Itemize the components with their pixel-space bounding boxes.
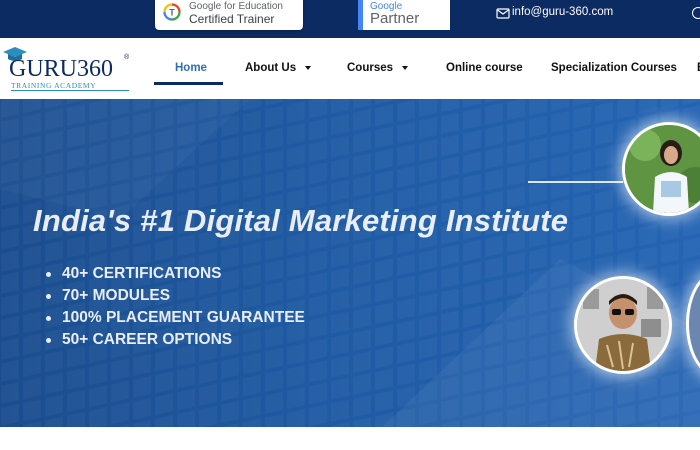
main-header: GURU360 ® TRAINING ACADEMY Home About Us… (0, 38, 700, 99)
logo-registered: ® (124, 54, 130, 61)
hero-bullet: 100% PLACEMENT GUARANTEE (46, 307, 305, 329)
bullet-dot (46, 338, 51, 343)
chevron-down-icon (402, 65, 409, 70)
person-photo-icon (625, 125, 700, 213)
hero-banner: India's #1 Digital Marketing Institute 4… (0, 99, 700, 427)
nav-courses[interactable]: Courses (347, 62, 409, 74)
google-partner-badge[interactable]: Google Partner (358, 0, 450, 30)
nav-about-label: About Us (245, 62, 297, 74)
bullet-dot (46, 316, 51, 321)
nav-home[interactable]: Home (175, 62, 207, 74)
logo[interactable]: GURU360 ® TRAINING ACADEMY (2, 44, 132, 94)
hero-bullet: 50+ CAREER OPTIONS (46, 329, 305, 351)
student-photo-2 (574, 276, 672, 374)
chevron-down-icon (305, 65, 312, 70)
hero-title: India's #1 Digital Marketing Institute (33, 203, 569, 238)
hero-bullet: 70+ MODULES (46, 285, 305, 307)
below-hero-section (0, 427, 700, 450)
google-education-icon: T (163, 3, 181, 21)
hero-bullet: 40+ CERTIFICATIONS (46, 263, 305, 285)
bullet-dot (46, 272, 51, 277)
gp-partner-word: Partner (370, 10, 420, 27)
logo-subtitle: TRAINING ACADEMY (11, 81, 97, 90)
nav-courses-label: Courses (347, 62, 394, 74)
bullet-dot (46, 294, 51, 299)
bullet-text: 100% PLACEMENT GUARANTEE (62, 309, 305, 326)
nav-specialization-courses[interactable]: Specialization Courses (551, 62, 677, 74)
bullet-text: 70+ MODULES (62, 287, 171, 304)
gp-accent-bar (358, 0, 363, 30)
nav-about-us[interactable]: About Us (245, 62, 312, 74)
hero-accent-line (528, 181, 623, 183)
bullet-text: 40+ CERTIFICATIONS (62, 265, 222, 282)
svg-text:T: T (169, 8, 175, 18)
bullet-text: 50+ CAREER OPTIONS (62, 331, 233, 348)
hero-bullet-list: 40+ CERTIFICATIONS 70+ MODULES 100% PLAC… (46, 263, 305, 351)
gfe-line1: Google for Education (189, 1, 283, 12)
top-bar: T Google for Education Certified Trainer… (0, 0, 700, 38)
email-link[interactable]: info@guru-360.com (512, 6, 613, 18)
google-for-education-badge[interactable]: T Google for Education Certified Trainer (155, 0, 303, 30)
nav-online-course[interactable]: Online course (446, 62, 523, 74)
gfe-line2: Certified Trainer (189, 12, 275, 26)
person-photo-icon (577, 279, 669, 371)
nav-active-indicator (154, 82, 223, 85)
logo-name: GURU360 (9, 56, 114, 82)
social-icon[interactable] (692, 7, 700, 19)
mail-icon (496, 8, 510, 19)
logo-divider (11, 90, 129, 91)
